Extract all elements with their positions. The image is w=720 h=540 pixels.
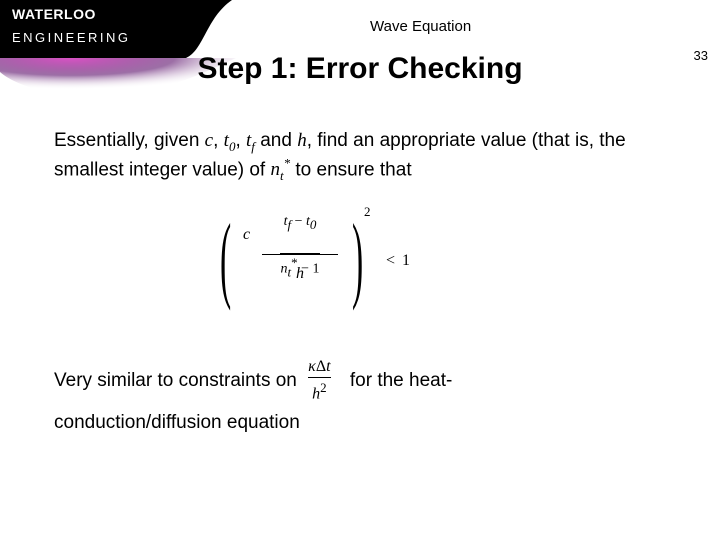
sym-c: c [205, 130, 213, 151]
text: Very similar to constraints on [54, 370, 297, 392]
brand-top: WATERLOO [12, 6, 96, 22]
brand-swoosh [186, 0, 236, 58]
text: , [213, 130, 224, 151]
brand-bottom: ENGINEERING [12, 30, 131, 45]
body-line-2: Very similar to constraints on κΔt h2 fo… [54, 358, 666, 403]
one: 1 [402, 252, 410, 270]
paren-left-icon: ( [220, 210, 231, 306]
body-line-3: conduction/diffusion equation [54, 412, 666, 434]
sym-h: h [297, 130, 307, 151]
text: to ensure that [290, 159, 411, 180]
outer-fraction: tf − t0 nt* − 1 h [250, 214, 350, 283]
sym-t0: t0 [224, 130, 236, 151]
text: Essentially, given [54, 130, 205, 151]
outer-numerator: tf − t0 nt* − 1 [250, 214, 350, 252]
paren-right-icon: ) [352, 210, 363, 306]
inner-fraction: tf − t0 nt* − 1 [280, 214, 319, 281]
heat-fraction: κΔt h2 [308, 358, 330, 403]
less-than: < [386, 252, 395, 270]
slide: WATERLOO ENGINEERING Wave Equation 33 St… [0, 0, 720, 540]
main-inequality: ( c tf − t0 nt* − 1 h ) 2 < 1 [220, 210, 420, 330]
slide-title: Step 1: Error Checking [0, 52, 720, 86]
squared: 2 [364, 204, 371, 220]
brand-band: WATERLOO ENGINEERING [0, 0, 186, 58]
presentation-topic: Wave Equation [370, 18, 471, 35]
text: for the heat- [350, 370, 452, 392]
text: , [235, 130, 246, 151]
sym-nt-star: nt* [271, 159, 291, 180]
body-paragraph: Essentially, given c, t0, tf and h, find… [54, 128, 666, 184]
sym-tf: tf [246, 130, 255, 151]
text: and [255, 130, 297, 151]
